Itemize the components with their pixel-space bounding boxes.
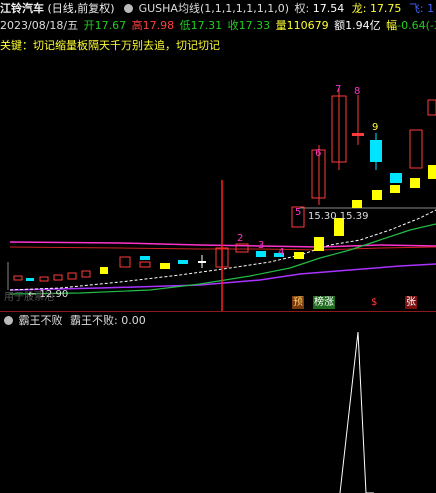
volume-value: 110679 [286,19,329,32]
badge-bangzhang[interactable]: 榜涨 [313,296,335,309]
open-label: 开 [83,19,95,32]
candle [409,129,423,169]
candle [372,190,382,200]
volume-label: 量 [275,19,287,32]
period-label[interactable]: (日线,前复权) [48,0,115,18]
candles [13,88,436,282]
open-value: 17.67 [94,19,127,32]
fei-value: 1 [427,2,435,15]
candle [53,274,63,281]
candle-number-label: 5 [295,207,302,218]
candle [428,165,436,179]
quan-value: 17.54 [312,2,345,15]
candle [13,275,23,281]
close-value: 17.33 [238,19,271,32]
long-value: 17.75 [369,2,402,15]
candle-number-label: 6 [315,148,322,159]
ma-purple-line [9,263,436,291]
low-value: 17.31 [190,19,223,32]
candle [119,256,131,268]
high-value: 17.98 [142,19,175,32]
candle [427,99,436,116]
candle [139,261,151,268]
amount-value: 1.94亿 [345,19,381,32]
fei-label: 飞: [408,2,424,15]
candle [410,178,420,188]
ma-white-dashed-line [9,209,436,291]
candle-number-label: 4 [278,247,285,258]
candle [26,278,34,281]
header-bar: 江铃汽车 (日线,前复权) GUSHA均线(1,1,1,1,1,1,1,0) 权… [0,0,434,18]
badge-yu[interactable]: 预 [292,296,304,309]
key-note: 关键：切记缩量板隔天千万别去追，切记切记 [0,39,220,52]
close-label: 收 [227,19,239,32]
candle [390,173,402,183]
candle-number-label: 8 [354,86,361,97]
candle-number-label: 2 [237,233,244,244]
low-label: 低 [179,19,191,32]
candle [160,263,170,269]
candle [39,276,49,282]
candle-number-label: 3 [258,240,265,251]
sub-chart[interactable] [0,330,436,493]
indicator-toggle-icon[interactable] [124,4,134,13]
candle-number-label: 7 [335,84,342,95]
sub-line-label: 霸王不败: [70,314,118,327]
sub-line-value: 0.00 [121,314,146,327]
quan-label: 权: [294,2,310,15]
quote-bar: 2023/08/18/五 开17.67 高17.98 低17.31 收17.33… [0,17,436,35]
sub-panel-header: 霸王不败 霸王不败: 0.00 [0,313,146,329]
candle [67,272,77,280]
candle [294,252,304,259]
indicator-name[interactable]: GUSHA均线(1,1,1,1,1,1,1,0) [139,0,289,18]
long-label: 龙: [351,2,367,15]
candle [256,251,266,257]
mid-value-label: 15.30 15.39 [308,211,369,222]
change-label: 幅 [386,19,398,32]
badge-dollar[interactable]: $ [370,296,378,309]
high-label: 高 [131,19,143,32]
candle [198,261,206,263]
low-price-marker: ← 12.90 [28,289,69,300]
bawang-line [339,331,374,493]
candle [352,133,364,136]
quote-date: 2023/08/18/五 [0,19,79,32]
candle-number-label: 9 [372,122,379,133]
candle [140,256,150,260]
sub-indicator-name[interactable]: 霸王不败 [19,314,63,327]
stock-name[interactable]: 江铃汽车 [0,0,44,18]
candle [390,185,400,193]
price-chart[interactable] [0,55,436,311]
sub-indicator-toggle-icon[interactable] [4,316,13,325]
candle [314,237,324,251]
candle [178,260,188,264]
change-value: -0.64(-3 [397,19,436,32]
candle [370,140,382,162]
candle [81,270,91,278]
candle [352,200,362,208]
candle [100,267,108,274]
amount-label: 额 [334,19,346,32]
panel-divider[interactable] [0,311,436,312]
badge-zhang[interactable]: 张 [405,296,417,309]
